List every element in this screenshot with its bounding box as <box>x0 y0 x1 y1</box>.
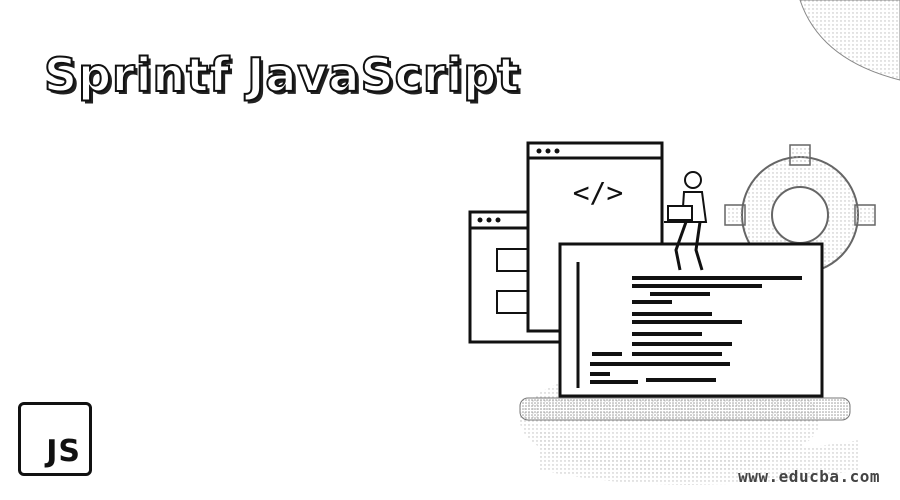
code-editor <box>558 242 824 398</box>
code-symbol: </> <box>573 176 624 209</box>
js-badge-icon: JS <box>18 402 92 476</box>
js-badge-label: JS <box>46 434 81 469</box>
watermark: www.educba.com <box>738 467 880 486</box>
illustration: </> <box>468 0 900 485</box>
banner: Sprintf JavaScript </> JS www.educba.com <box>0 0 900 500</box>
